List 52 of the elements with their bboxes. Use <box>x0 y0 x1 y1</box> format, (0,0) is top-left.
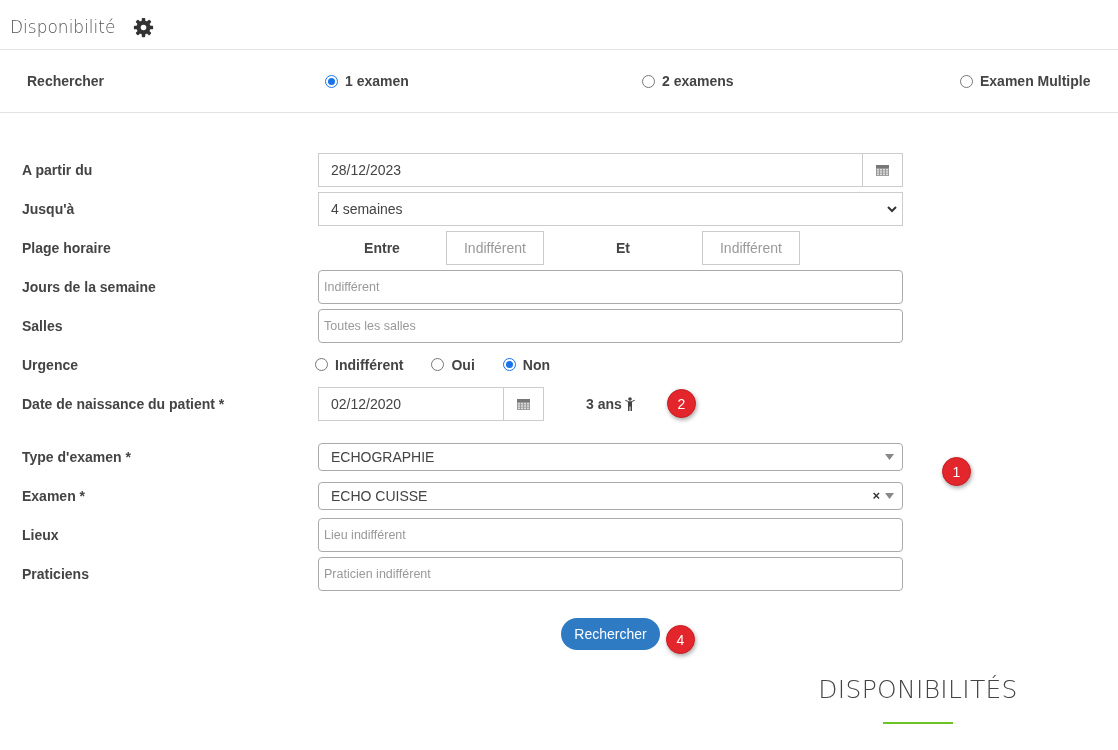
date-field[interactable]: 28/12/2023 <box>318 152 903 187</box>
age-text: 3 ans <box>586 395 622 412</box>
input-field[interactable]: Lieu indifférent <box>318 517 903 552</box>
number-badge: 4 <box>666 625 695 654</box>
heading-underline <box>883 722 953 724</box>
dropdown[interactable]: ECHOGRAPHIE <box>318 442 903 471</box>
radio-button[interactable] <box>315 358 328 371</box>
field-label: Examen * <box>22 487 87 504</box>
dropdown[interactable]: 4 semaines <box>318 191 903 226</box>
field-label: Date de naissance du patient * <box>22 395 226 412</box>
time-field[interactable]: Indifférent <box>446 230 544 265</box>
time-field[interactable]: Indifférent <box>702 230 800 265</box>
date-field[interactable]: 02/12/2020 <box>318 386 544 421</box>
settings-icon[interactable] <box>133 17 155 38</box>
person-icon <box>624 396 635 411</box>
clear-button[interactable]: × <box>872 488 880 503</box>
radio-label: 2 examens <box>662 73 734 89</box>
field-label: Lieux <box>22 526 60 543</box>
number-badge: 1 <box>942 457 971 486</box>
radio-button[interactable] <box>431 358 445 371</box>
radio-label: 1 examen <box>345 73 409 89</box>
field-label: A partir du <box>22 161 94 178</box>
field-label: Entre <box>363 239 401 256</box>
caret-icon <box>885 453 894 460</box>
radio-label: Indifférent <box>335 356 404 373</box>
radio-button[interactable] <box>642 74 655 88</box>
field-label: Type d'examen * <box>22 448 132 465</box>
search-button[interactable]: Rechercher <box>561 618 660 650</box>
radio-label: Non <box>522 356 550 373</box>
field-label: Urgence <box>22 356 80 373</box>
field-label: Et <box>615 239 631 256</box>
field-label: Jusqu'à <box>22 200 76 217</box>
radio-label: Oui <box>451 356 475 373</box>
field-label: Praticiens <box>22 565 90 582</box>
caret-icon <box>885 492 894 499</box>
field-label: Salles <box>22 317 64 334</box>
radio-label: Examen Multiple <box>980 73 1091 89</box>
input-field[interactable]: Praticien indifférent <box>318 556 903 591</box>
input-field[interactable]: Indifférent <box>318 269 903 304</box>
number-badge: 2 <box>666 389 696 418</box>
field-label: Rechercher <box>27 73 106 89</box>
dropdown[interactable]: ECHO CUISSE × <box>318 481 903 510</box>
input-field[interactable]: Toutes les salles <box>318 308 903 343</box>
page-title: Disponibilité <box>10 16 116 37</box>
calendar-icon <box>876 163 889 176</box>
section-heading: DISPONIBILITÉS <box>818 675 1018 704</box>
radio-button[interactable] <box>960 74 973 88</box>
field-label: Plage horaire <box>22 239 112 256</box>
radio-button[interactable] <box>325 74 338 88</box>
field-label: Jours de la semaine <box>22 278 157 295</box>
calendar-icon <box>517 397 530 410</box>
radio-button[interactable] <box>502 358 516 371</box>
